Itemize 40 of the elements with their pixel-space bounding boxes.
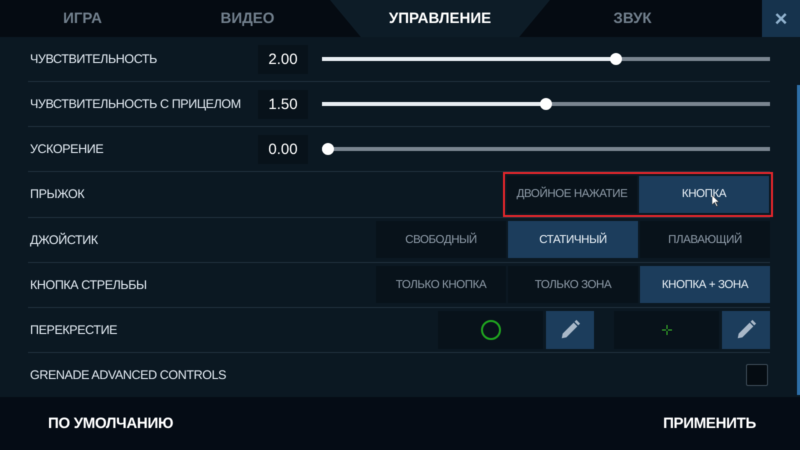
option-button[interactable]: ДВОЙНОЕ НАЖАТИЕ [507,176,637,213]
setting-label: ЧУВСТВИТЕЛЬНОСТЬ [30,52,158,66]
option-button[interactable]: ТОЛЬКО ЗОНА [508,266,638,304]
option-button[interactable]: КНОПКА + ЗОНА [640,266,770,304]
edit-button[interactable] [546,310,594,349]
setting-label: ДЖОЙСТИК [30,232,99,247]
tab[interactable]: ВИДЕО [165,0,330,37]
tab[interactable]: УПРАВЛЕНИЕ [330,0,550,37]
apply-button[interactable]: ПРИМЕНИТЬ [657,414,762,433]
setting-label: УСКОРЕНИЕ [30,142,104,156]
slider[interactable] [322,53,770,66]
option-button[interactable]: СВОБОДНЫЙ [376,221,506,258]
setting-label: КНОПКА СТРЕЛЬБЫ [30,278,148,292]
crosshair-icon [662,324,672,335]
option-button[interactable]: ПЛАВАЮЩИЙ [640,221,770,258]
circle-icon [480,318,502,341]
value-field[interactable]: 0.00 [258,134,308,164]
slider[interactable] [322,143,770,156]
default-button[interactable]: ПО УМОЛЧАНИЮ [42,414,180,433]
option-button[interactable]: ТОЛЬКО КНОПКА [376,266,506,304]
pencil-icon [735,318,757,341]
tab[interactable]: ИГРА [0,0,165,37]
slider-thumb[interactable] [540,98,552,110]
setting-label: ПРЫЖОК [30,187,86,202]
edit-button[interactable] [722,310,770,349]
slider[interactable] [322,98,770,110]
close-button[interactable]: × [762,0,800,37]
slider-thumb[interactable] [322,143,334,156]
checkbox[interactable] [746,364,768,386]
option-button[interactable]: СТАТИЧНЫЙ [508,221,638,258]
setting-label: GRENADE ADVANCED CONTROLS [30,368,228,382]
tab[interactable]: ЗВУК [550,0,715,37]
option-button[interactable]: КНОПКА [639,176,769,213]
scrollbar[interactable] [797,85,800,395]
slider-thumb[interactable] [610,53,622,66]
setting-label: ПЕРЕКРЕСТИЕ [30,322,118,337]
value-field[interactable]: 1.50 [258,90,308,119]
value-field[interactable]: 2.00 [258,44,308,74]
setting-label: ЧУВСТВИТЕЛЬНОСТЬ С ПРИЦЕЛОМ [30,97,242,112]
pencil-icon [559,318,581,341]
